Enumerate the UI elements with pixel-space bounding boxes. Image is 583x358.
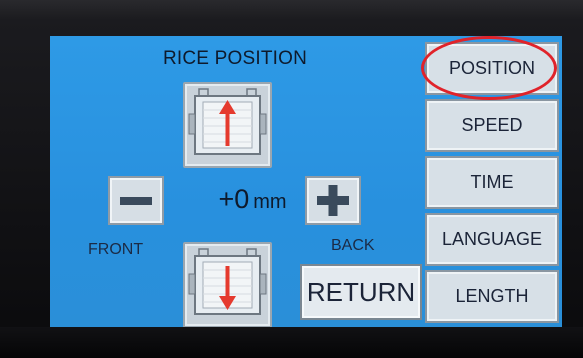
position-value: +0 mm [205,184,300,215]
highlight-annotation [421,36,557,100]
menu-button-length[interactable]: LENGTH [425,270,559,323]
arrow-down-tray-icon [188,248,267,315]
return-button[interactable]: RETURN [300,264,422,320]
bezel-bottom [0,327,583,358]
menu-button-speed[interactable]: SPEED [425,99,559,152]
move-back-button[interactable] [183,82,272,168]
position-unit: mm [253,191,287,213]
back-label: BACK [331,237,375,254]
arrow-up-tray-icon [188,88,267,155]
move-front-button[interactable] [183,242,272,327]
position-number: +0 [218,184,250,214]
increase-button[interactable] [305,176,361,225]
plus-icon [317,185,349,216]
menu-button-language[interactable]: LANGUAGE [425,213,559,266]
menu-button-time[interactable]: TIME [425,156,559,209]
decrease-button[interactable] [108,176,164,225]
minus-icon [120,197,152,205]
page-title: RICE POSITION [162,48,308,69]
front-label: FRONT [88,241,144,258]
bezel-glare [0,0,583,20]
